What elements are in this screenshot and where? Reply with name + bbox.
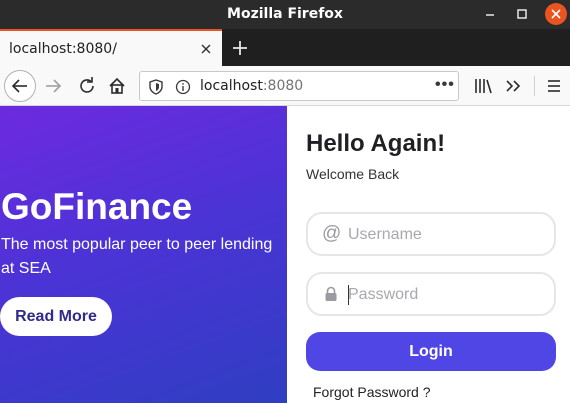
close-window-button[interactable] bbox=[545, 3, 567, 25]
username-field[interactable]: @ bbox=[306, 212, 556, 256]
overflow-chevron-icon bbox=[506, 80, 521, 92]
plus-icon[interactable] bbox=[230, 38, 250, 58]
lock-icon bbox=[325, 286, 337, 301]
minimize-icon bbox=[486, 14, 494, 16]
maximize-button[interactable] bbox=[512, 4, 532, 24]
library-icon bbox=[475, 79, 492, 94]
shield-icon[interactable] bbox=[148, 79, 164, 95]
text-caret bbox=[348, 285, 349, 305]
tab-localhost[interactable]: localhost:8080/ bbox=[0, 29, 222, 66]
form-heading: Hello Again! bbox=[306, 130, 446, 157]
reload-button[interactable] bbox=[71, 70, 103, 102]
overflow-button[interactable] bbox=[498, 70, 530, 102]
url-port: :8080 bbox=[262, 78, 304, 94]
password-input[interactable] bbox=[348, 283, 544, 307]
forward-button[interactable] bbox=[38, 70, 70, 102]
minimize-button[interactable] bbox=[480, 4, 500, 24]
back-button[interactable] bbox=[4, 70, 36, 102]
forgot-password-link[interactable]: Forgot Password ? bbox=[313, 384, 431, 400]
info-icon[interactable] bbox=[175, 79, 191, 95]
hamburger-menu-icon bbox=[548, 80, 560, 92]
tab-label: localhost:8080/ bbox=[9, 41, 117, 57]
read-more-button[interactable]: Read More bbox=[0, 297, 112, 336]
hero-panel: GoFinance The most popular peer to peer … bbox=[0, 106, 287, 403]
tab-close-icon[interactable] bbox=[199, 42, 213, 56]
at-icon: @ bbox=[322, 223, 342, 244]
page-actions-button[interactable]: ••• bbox=[435, 76, 455, 94]
tab-strip: localhost:8080/ bbox=[0, 29, 570, 66]
forward-arrow-icon bbox=[46, 79, 62, 93]
reload-icon bbox=[80, 77, 94, 93]
form-subheading: Welcome Back bbox=[306, 166, 400, 182]
login-form: Hello Again! Welcome Back @ Login Forgot… bbox=[287, 106, 570, 403]
menu-button[interactable] bbox=[538, 70, 570, 102]
username-input[interactable] bbox=[348, 223, 544, 247]
library-button[interactable] bbox=[467, 70, 499, 102]
home-icon bbox=[109, 77, 125, 94]
login-button[interactable]: Login bbox=[306, 332, 556, 371]
url-text: localhost:8080 bbox=[200, 78, 303, 94]
maximize-icon bbox=[517, 9, 527, 19]
home-button[interactable] bbox=[101, 70, 133, 102]
navigation-toolbar: localhost:8080 ••• bbox=[0, 66, 570, 106]
hero-tagline: The most popular peer to peer lending at… bbox=[1, 236, 273, 277]
password-field[interactable] bbox=[306, 272, 556, 316]
back-arrow-icon bbox=[11, 79, 27, 93]
url-host: localhost bbox=[200, 78, 263, 94]
page-viewport: GoFinance The most popular peer to peer … bbox=[0, 106, 570, 403]
close-icon bbox=[551, 9, 561, 19]
brand-title: GoFinance bbox=[1, 186, 193, 227]
window-titlebar: Mozilla Firefox bbox=[0, 0, 570, 29]
toolbar-separator bbox=[534, 76, 535, 96]
url-bar[interactable]: localhost:8080 ••• bbox=[139, 71, 459, 101]
